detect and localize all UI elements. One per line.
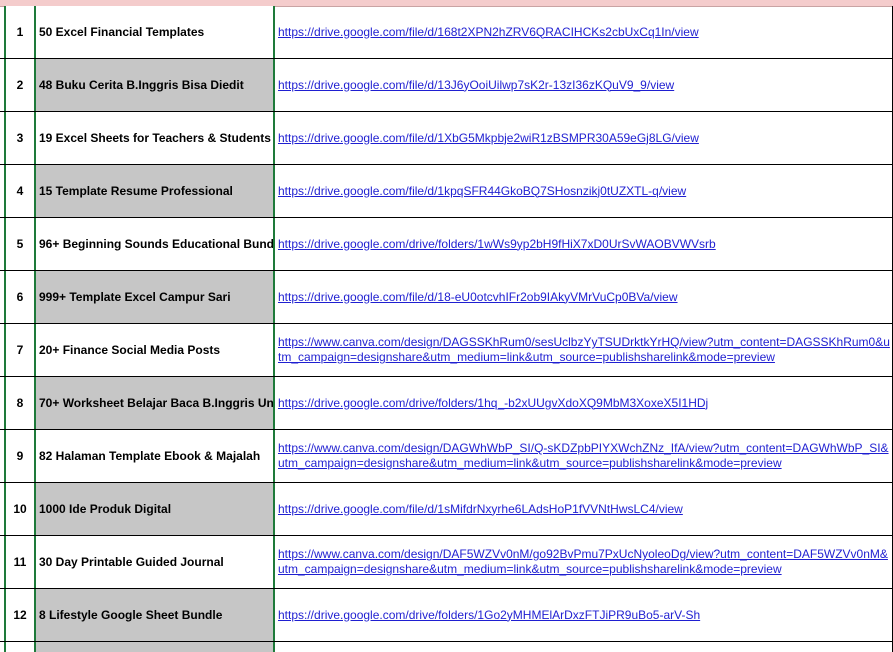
product-title-cell[interactable]: 8 Lifestyle Google Sheet Bundle — [36, 589, 275, 641]
row-number-cell[interactable]: 7 — [4, 324, 36, 376]
product-title-cell[interactable]: 96+ Beginning Sounds Educational Bundle — [36, 218, 275, 270]
table-row: 8 70+ Worksheet Belajar Baca B.Inggris Un… — [0, 377, 893, 430]
hyperlink-text[interactable]: https://drive.google.com/file/d/1sMifdrN… — [278, 502, 683, 517]
product-title-cell[interactable]: 19 Excel Sheets for Teachers & Students — [36, 112, 275, 164]
row-number-cell[interactable]: 4 — [4, 165, 36, 217]
table-row: 7 20+ Finance Social Media Posts https://w… — [0, 324, 893, 377]
hyperlink-text[interactable]: https://drive.google.com/file/d/1kpqSFR4… — [278, 184, 686, 199]
hyperlink-text[interactable]: https://www.canva.com/design/DAGSSKhRum0… — [278, 335, 892, 365]
hyperlink-text[interactable]: https://drive.google.com/file/d/168t2XPN… — [278, 25, 699, 40]
download-link-cell[interactable]: https://drive.google.com/file/d/13J6yOoi… — [277, 59, 893, 111]
hyperlink-text[interactable]: https://drive.google.com/drive/folders/1… — [278, 608, 700, 623]
download-link-cell[interactable]: https://www.canva.com/design/DAGWhWbP_SI… — [277, 430, 893, 482]
table-row: 3 19 Excel Sheets for Teachers & Students… — [0, 112, 893, 165]
row-number-cell[interactable]: 11 — [4, 536, 36, 588]
product-title-cell[interactable]: 48 Buku Cerita B.Inggris Bisa Diedit — [36, 59, 275, 111]
row-number-cell[interactable]: 10 — [4, 483, 36, 535]
row-number-cell[interactable]: 1 — [4, 6, 36, 58]
download-link-cell[interactable]: https://www.canva.com/design/DAGSSKhRum0… — [277, 324, 893, 376]
hyperlink-text[interactable]: https://drive.google.com/drive/folders/1… — [278, 396, 708, 411]
product-title-cell[interactable]: 50 Excel Financial Templates — [36, 6, 275, 58]
product-title-cell[interactable]: 82 Halaman Template Ebook & Majalah — [36, 430, 275, 482]
product-title-cell[interactable]: 30 Day Printable Guided Journal — [36, 536, 275, 588]
row-number-cell[interactable]: 2 — [4, 59, 36, 111]
row-number-cell[interactable]: 9 — [4, 430, 36, 482]
table-row: 12 8 Lifestyle Google Sheet Bundle https:/… — [0, 589, 893, 642]
table-row: 4 15 Template Resume Professional https://… — [0, 165, 893, 218]
download-link-cell[interactable]: https://drive.google.com/drive/folders/1… — [277, 218, 893, 270]
empty-cell[interactable] — [4, 642, 36, 652]
table-row: 2 48 Buku Cerita B.Inggris Bisa Diedit htt… — [0, 59, 893, 112]
hyperlink-text[interactable]: https://www.canva.com/design/DAGWhWbP_SI… — [278, 441, 892, 471]
table-row: 6 999+ Template Excel Campur Sari https://… — [0, 271, 893, 324]
download-link-cell[interactable]: https://drive.google.com/file/d/1kpqSFR4… — [277, 165, 893, 217]
hyperlink-text[interactable]: https://www.canva.com/design/DAF5WZVv0nM… — [278, 547, 892, 577]
row-number-cell[interactable]: 3 — [4, 112, 36, 164]
download-link-cell[interactable]: https://drive.google.com/file/d/18-eU0ot… — [277, 271, 893, 323]
table-row: 5 96+ Beginning Sounds Educational Bundle… — [0, 218, 893, 271]
download-link-cell[interactable]: https://drive.google.com/drive/folders/1… — [277, 589, 893, 641]
table-row-partial — [0, 642, 893, 652]
product-title-cell[interactable]: 70+ Worksheet Belajar Baca B.Inggris Unt… — [36, 377, 275, 429]
download-link-cell[interactable]: https://drive.google.com/file/d/168t2XPN… — [277, 6, 893, 58]
row-number-cell[interactable]: 8 — [4, 377, 36, 429]
product-title-cell[interactable]: 15 Template Resume Professional — [36, 165, 275, 217]
download-link-cell[interactable]: https://drive.google.com/file/d/1XbG5Mkp… — [277, 112, 893, 164]
hyperlink-text[interactable]: https://drive.google.com/file/d/1XbG5Mkp… — [278, 131, 699, 146]
download-link-cell[interactable]: https://www.canva.com/design/DAF5WZVv0nM… — [277, 536, 893, 588]
download-link-cell[interactable]: https://drive.google.com/file/d/1sMifdrN… — [277, 483, 893, 535]
product-title-cell[interactable]: 999+ Template Excel Campur Sari — [36, 271, 275, 323]
hyperlink-text[interactable]: https://drive.google.com/file/d/18-eU0ot… — [278, 290, 678, 305]
table-row: 1 50 Excel Financial Templates https://dri… — [0, 6, 893, 59]
row-number-cell[interactable]: 12 — [4, 589, 36, 641]
row-number-cell[interactable]: 5 — [4, 218, 36, 270]
row-number-cell[interactable]: 6 — [4, 271, 36, 323]
table-row: 11 30 Day Printable Guided Journal https:/… — [0, 536, 893, 589]
empty-cell[interactable] — [277, 642, 893, 652]
product-title-cell[interactable]: 1000 Ide Produk Digital — [36, 483, 275, 535]
table-row: 10 1000 Ide Produk Digital https://drive.g… — [0, 483, 893, 536]
empty-cell[interactable] — [36, 642, 275, 652]
hyperlink-text[interactable]: https://drive.google.com/file/d/13J6yOoi… — [278, 78, 674, 93]
download-link-cell[interactable]: https://drive.google.com/drive/folders/1… — [277, 377, 893, 429]
hyperlink-text[interactable]: https://drive.google.com/drive/folders/1… — [278, 237, 716, 252]
table-row: 9 82 Halaman Template Ebook & Majalah http… — [0, 430, 893, 483]
product-title-cell[interactable]: 20+ Finance Social Media Posts — [36, 324, 275, 376]
spreadsheet-grid: 1 50 Excel Financial Templates https://dri… — [0, 6, 893, 652]
